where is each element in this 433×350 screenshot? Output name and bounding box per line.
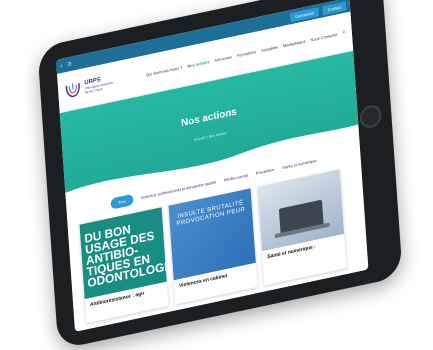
- action-card-violences[interactable]: INSULTE BRUTALITÉ PROVOCATION PEUR Viole…: [168, 188, 258, 305]
- logo-text: URPS Chirurgiens-Dentistes Île-de-France: [84, 74, 113, 95]
- nav-contact[interactable]: Nous Contacter: [310, 31, 338, 42]
- action-card-antibiotiques[interactable]: DU BON USAGE DES ANTIBIO-TIQUES EN ODONT…: [79, 207, 169, 324]
- nav-mediatheque[interactable]: Médiathèque: [283, 38, 306, 48]
- browser-nav: ‹ ≡: [60, 60, 72, 69]
- tablet-device: ‹ ≡ Connexion Contact URPS Chirurgiens-D…: [37, 0, 403, 350]
- home-button[interactable]: [359, 103, 383, 131]
- nav-annonces[interactable]: Annonces: [214, 54, 232, 63]
- menu-icon[interactable]: ≡: [67, 60, 71, 68]
- nav-nos-actions[interactable]: Nos actions: [187, 58, 210, 68]
- nav-actualites[interactable]: Actualités: [261, 44, 278, 53]
- nav-formations[interactable]: Formations: [237, 49, 257, 58]
- search-icon[interactable]: ⌕: [342, 28, 346, 36]
- filter-prevention[interactable]: Prévention: [256, 167, 275, 176]
- filter-sante-numerique[interactable]: Santé et numérique: [282, 158, 317, 170]
- filter-medico-social[interactable]: Médico-social: [224, 172, 248, 182]
- site-logo[interactable]: URPS Chirurgiens-Dentistes Île-de-France: [64, 72, 114, 100]
- tablet-screen: ‹ ≡ Connexion Contact URPS Chirurgiens-D…: [56, 0, 369, 332]
- urps-logo-icon: [65, 82, 80, 98]
- filter-tout[interactable]: Tout: [110, 193, 134, 210]
- action-card-numerique[interactable]: Santé et numérique :: [257, 169, 347, 286]
- nav-qui-sommes-nous[interactable]: Qui Sommes-Nous ?: [146, 64, 183, 77]
- back-icon[interactable]: ‹: [60, 62, 63, 70]
